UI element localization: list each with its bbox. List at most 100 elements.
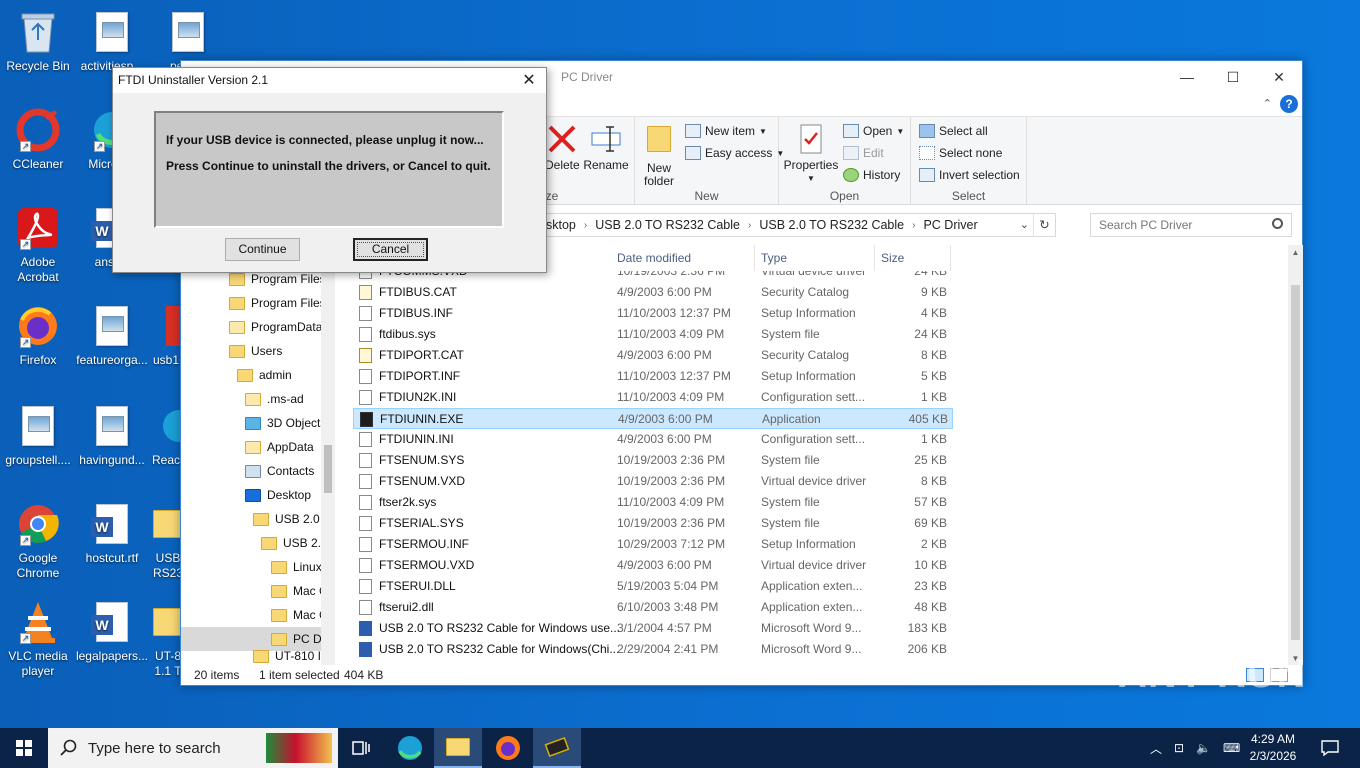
easy-access-button[interactable]: Easy access ▼ (685, 143, 784, 163)
history-button[interactable]: History (843, 165, 900, 185)
breadcrumb-desktop[interactable]: sktop (546, 218, 576, 232)
properties-button[interactable]: Properties ▼ (783, 123, 839, 185)
select-all-button[interactable]: Select all (919, 121, 988, 141)
network-button[interactable]: ⊡ (1174, 741, 1184, 755)
search-input[interactable]: Search PC Driver (1090, 213, 1292, 237)
task-view-button[interactable] (338, 728, 386, 768)
ribbon-group-new: New folder New item ▼ Easy access ▼ New (635, 117, 784, 205)
dialog-titlebar[interactable]: FTDI Uninstaller Version 2.1 ✕ (113, 68, 546, 93)
nav-item-users[interactable]: Users (229, 339, 282, 363)
scroll-up-icon[interactable]: ▲ (1288, 245, 1303, 257)
file-row[interactable]: FTSENUM.VXD 10/19/2003 2:36 PM Virtual dev… (353, 471, 953, 492)
file-name: FTSERUI.DLL (379, 579, 456, 593)
close-button[interactable]: ✕ (1256, 61, 1302, 93)
select-none-button[interactable]: Select none (919, 143, 1002, 163)
file-row[interactable]: FTDIUNIN.EXE 4/9/2003 6:00 PM Application 4… (353, 408, 953, 429)
nav-item-admin[interactable]: admin (237, 363, 292, 387)
nav-item-mac-1[interactable]: Mac C (271, 579, 321, 603)
continue-button[interactable]: Continue (225, 238, 300, 261)
breadcrumb-usb-cable-1[interactable]: USB 2.0 TO RS232 Cable (595, 218, 740, 232)
file-row[interactable]: USB 2.0 TO RS232 Cable for Windows(Chi..… (353, 639, 953, 660)
nav-item-contacts[interactable]: Contacts (245, 459, 314, 483)
desktop-icon-featureorga[interactable]: featureorga... (74, 302, 150, 368)
nav-item-desktop[interactable]: Desktop (245, 483, 311, 507)
file-list-scrollbar-thumb[interactable] (1291, 285, 1300, 640)
nav-item-usb-cable-1[interactable]: USB 2.0 T (253, 507, 321, 531)
file-row[interactable]: FTSERUI.DLL 5/19/2003 5:04 PM Application … (353, 576, 953, 597)
desktop-icon-vlc[interactable]: ↗ VLC media player (0, 598, 76, 679)
file-row[interactable]: FTSENUM.SYS 10/19/2003 2:36 PM System file… (353, 450, 953, 471)
desktop-icon-groupstell[interactable]: groupstell.... (0, 402, 76, 468)
desktop-icon-firefox[interactable]: ↗ Firefox (0, 302, 76, 368)
ftdi-uninstaller-dialog[interactable]: FTDI Uninstaller Version 2.1 ✕ If your U… (112, 67, 547, 273)
nav-item-ms-ad[interactable]: .ms-ad (245, 387, 304, 411)
delete-button[interactable]: Delete (545, 123, 580, 172)
taskbar-clock[interactable]: 4:29 AM 2/3/2026 (1238, 731, 1308, 765)
desktop-icon-ccleaner[interactable]: ↗ CCleaner (0, 106, 76, 172)
cancel-button[interactable]: Cancel (353, 238, 428, 261)
file-row[interactable]: FTSERMOU.VXD 4/9/2003 6:00 PM Virtual devi… (353, 555, 953, 576)
help-button[interactable]: ? (1280, 95, 1298, 113)
desktop-icon-recycle-bin[interactable]: Recycle Bin (0, 8, 76, 74)
desktop-icon-havingund[interactable]: havingund... (74, 402, 150, 468)
file-row[interactable]: ftserui2.dll 6/10/2003 3:48 PM Application… (353, 597, 953, 618)
taskbar-firefox-button[interactable] (484, 728, 532, 768)
collapse-ribbon-button[interactable]: ⌃ (1263, 97, 1272, 110)
desktop-icon-adobe-acrobat[interactable]: ↗ Adobe Acrobat (0, 204, 76, 285)
file-row[interactable]: FTDIBUS.CAT 4/9/2003 6:00 PM Security Cata… (353, 282, 953, 303)
breadcrumb-pc-driver[interactable]: PC Driver (923, 218, 977, 232)
new-folder-button[interactable]: New folder (639, 123, 679, 188)
address-history-button[interactable]: ⌄ (1020, 218, 1029, 231)
nav-item-3d-objects[interactable]: 3D Objects (245, 411, 321, 435)
invert-selection-button[interactable]: Invert selection (919, 165, 1020, 185)
column-header-size[interactable]: Size (875, 245, 951, 271)
desktop-icon-google-chrome[interactable]: ↗ Google Chrome (0, 500, 76, 581)
rename-button[interactable]: Rename (583, 123, 629, 172)
file-row[interactable]: FTDIUNIN.INI 4/9/2003 6:00 PM Configuratio… (353, 429, 953, 450)
file-row[interactable]: FTSERIAL.SYS 10/19/2003 2:36 PM System fil… (353, 513, 953, 534)
nav-scrollbar[interactable] (321, 245, 335, 665)
taskbar-edge-button[interactable] (386, 728, 434, 768)
minimize-button[interactable]: — (1164, 61, 1210, 93)
desktop-icon-activities[interactable]: activitiesp... (74, 8, 150, 74)
desktop-icon-hostcut[interactable]: W hostcut.rtf (74, 500, 150, 566)
file-list[interactable]: Date modified Type Size FTCOMMS.VXD10/19… (353, 245, 1293, 665)
volume-button[interactable]: 🔈 (1196, 741, 1211, 755)
column-header-type[interactable]: Type (755, 245, 875, 271)
start-button[interactable] (0, 728, 48, 768)
file-row[interactable]: USB 2.0 TO RS232 Cable for Windows use..… (353, 618, 953, 639)
file-row[interactable]: ftdibus.sys 11/10/2003 4:09 PM System file… (353, 324, 953, 345)
file-row[interactable]: FTDIPORT.CAT 4/9/2003 6:00 PM Security Cat… (353, 345, 953, 366)
edit-button[interactable]: Edit (843, 143, 884, 163)
file-list-scrollbar[interactable]: ▲ ▼ (1288, 245, 1303, 665)
nav-item-mac-2[interactable]: Mac C (271, 603, 321, 627)
file-row[interactable]: ftser2k.sys 11/10/2003 4:09 PM System file… (353, 492, 953, 513)
notifications-button[interactable] (1306, 728, 1354, 768)
nav-scrollbar-thumb[interactable] (324, 445, 332, 493)
navigation-pane[interactable]: Program Files Program Files ProgramData … (181, 245, 321, 665)
maximize-button[interactable]: ☐ (1210, 61, 1256, 93)
column-header-date[interactable]: Date modified (611, 245, 755, 271)
nav-item-program-files-x86[interactable]: Program Files (229, 291, 321, 315)
open-button[interactable]: Open ▼ (843, 121, 904, 141)
nav-item-programdata[interactable]: ProgramData (229, 315, 321, 339)
breadcrumb-usb-cable-2[interactable]: USB 2.0 TO RS232 Cable (759, 218, 904, 232)
nav-item-usb-cable-2[interactable]: USB 2.0 (261, 531, 321, 555)
file-row[interactable]: FTDIPORT.INF 11/10/2003 12:37 PM Setup Inf… (353, 366, 953, 387)
nav-item-appdata[interactable]: AppData (245, 435, 314, 459)
show-hidden-icons-button[interactable]: ︿ (1150, 740, 1162, 757)
taskbar-search-box[interactable]: Type here to search (48, 728, 338, 768)
nav-item-linux[interactable]: Linux (271, 555, 321, 579)
desktop-icon-legalpapers[interactable]: W legalpapers... (74, 598, 150, 664)
nav-item-pc-driver[interactable]: PC Dr (181, 627, 321, 651)
file-row[interactable]: FTDIBUS.INF 11/10/2003 12:37 PM Setup Info… (353, 303, 953, 324)
file-row[interactable]: FTDIUN2K.INI 11/10/2003 4:09 PM Configurat… (353, 387, 953, 408)
nav-item-ut810[interactable]: UT-810 I (253, 649, 321, 663)
file-row[interactable]: FTSERMOU.INF 10/29/2003 7:12 PM Setup Info… (353, 534, 953, 555)
dialog-close-button[interactable]: ✕ (512, 68, 546, 93)
desktop-icon-reac[interactable]: Reac (150, 402, 182, 468)
new-item-button[interactable]: New item ▼ (685, 121, 767, 141)
refresh-button[interactable]: ↻ (1033, 214, 1055, 236)
taskbar-ftdi-uninstaller-button[interactable] (533, 728, 581, 768)
taskbar-file-explorer-button[interactable] (434, 728, 482, 768)
